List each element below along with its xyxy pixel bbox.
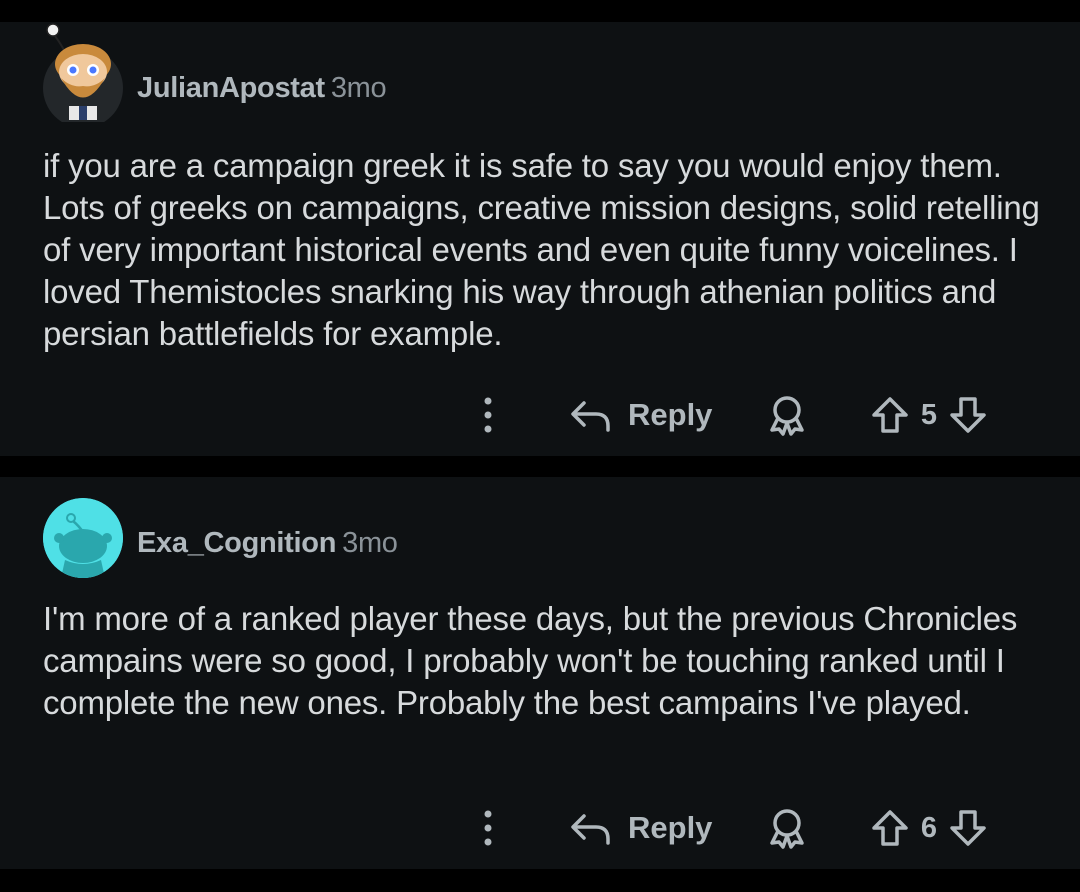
upvote-icon[interactable] <box>870 395 910 435</box>
upvote-icon[interactable] <box>870 808 910 848</box>
reply-icon <box>571 401 610 432</box>
reply-icon <box>571 814 610 845</box>
comment-body: I'm more of a ranked player these days, … <box>43 600 1018 721</box>
vote-count: 6 <box>920 811 938 844</box>
award-icon[interactable] <box>765 390 809 440</box>
more-options-icon[interactable] <box>474 803 502 853</box>
vote-count: 5 <box>920 398 938 431</box>
comment-card: JulianApostat 3mo if you are a campaign g… <box>0 22 1080 456</box>
vote-controls: 5 <box>870 390 988 440</box>
author-name[interactable]: Exa_Cognition <box>137 527 336 559</box>
author-name[interactable]: JulianApostat <box>137 72 325 104</box>
timestamp: 3mo <box>342 527 398 559</box>
bearded-snoo-avatar-icon <box>43 23 123 122</box>
vote-controls: 6 <box>870 803 988 853</box>
more-options-icon[interactable] <box>474 390 502 440</box>
reply-label: Reply <box>628 810 713 845</box>
reply-label: Reply <box>628 397 713 432</box>
comment-card: Exa_Cognition 3mo I'm more of a ranked pl… <box>0 477 1080 869</box>
default-snoo-avatar-icon <box>43 498 123 578</box>
reply-button[interactable]: Reply <box>570 390 712 440</box>
comment-meta: JulianApostat 3mo <box>137 72 387 105</box>
comment-body: if you are a campaign greek it is safe t… <box>43 147 1040 352</box>
downvote-icon[interactable] <box>948 395 988 435</box>
award-icon[interactable] <box>765 803 809 853</box>
avatar[interactable] <box>43 23 123 128</box>
timestamp: 3mo <box>330 72 387 104</box>
avatar[interactable] <box>43 498 123 578</box>
comment-actions: Reply 6 <box>0 803 1080 853</box>
downvote-icon[interactable] <box>948 808 988 848</box>
comment-meta: Exa_Cognition 3mo <box>137 527 398 560</box>
reply-button[interactable]: Reply <box>570 803 712 853</box>
comment-actions: Reply 5 <box>0 390 1080 440</box>
